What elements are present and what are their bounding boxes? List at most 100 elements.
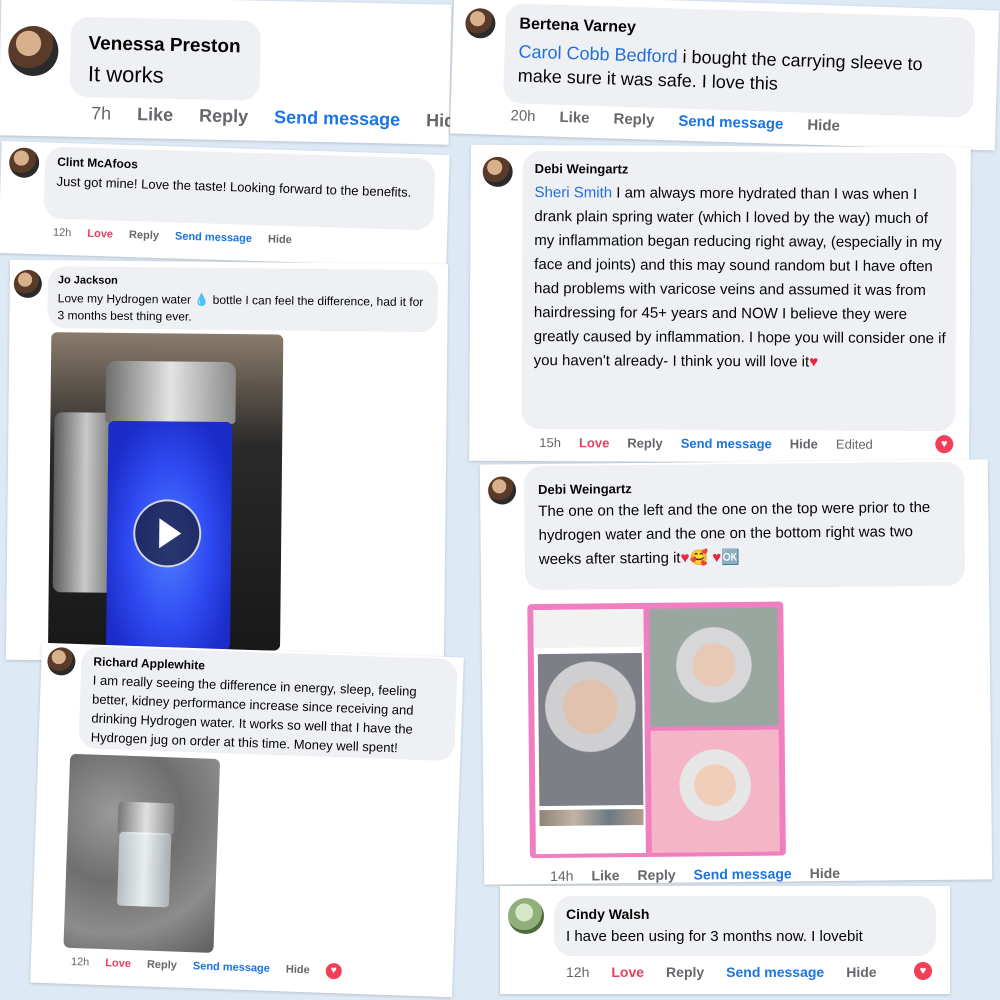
- send-message-button[interactable]: Send message: [678, 113, 784, 133]
- comment-bubble: Jo Jackson Love my Hydrogen water 💧 bott…: [47, 266, 439, 333]
- hide-button[interactable]: Hide: [810, 865, 841, 881]
- edited-label: Edited: [835, 436, 873, 452]
- send-message-button[interactable]: Send message: [694, 865, 792, 882]
- reply-button[interactable]: Reply: [637, 867, 675, 883]
- comment-card-richard: Richard Applewhite I am really seeing th…: [30, 642, 464, 998]
- heart-reaction-icon[interactable]: ♥: [325, 962, 342, 980]
- comment-time[interactable]: 14h: [550, 868, 574, 884]
- comment-text: I have been using for 3 months now. I lo…: [566, 928, 863, 945]
- reply-button[interactable]: Reply: [129, 229, 159, 242]
- comment-author[interactable]: Cindy Walsh: [566, 906, 650, 922]
- hide-button[interactable]: Hide: [286, 963, 310, 976]
- send-message-button[interactable]: Send message: [681, 436, 772, 451]
- avatar[interactable]: [7, 25, 59, 77]
- comment-text: Sheri Smith I am always more hydrated th…: [533, 184, 946, 371]
- comment-bubble: Richard Applewhite I am really seeing th…: [78, 646, 458, 762]
- video-thumbnail[interactable]: [48, 332, 284, 651]
- comment-card-debi-2: Debi Weingartz The one on the left and t…: [479, 459, 993, 885]
- comment-author[interactable]: Clint McAfoos: [57, 155, 138, 172]
- avatar[interactable]: [46, 646, 76, 676]
- comment-bubble: Debi Weingartz The one on the left and t…: [523, 461, 966, 591]
- avatar[interactable]: [13, 269, 42, 299]
- emoji-group: ♥🥰 ♥🆗: [680, 548, 740, 567]
- hide-button[interactable]: Hide: [268, 233, 292, 246]
- send-message-button[interactable]: Send message: [175, 230, 252, 244]
- comment-bubble: Debi Weingartz Sheri Smith I am always m…: [521, 150, 957, 432]
- hide-button[interactable]: Hide: [807, 117, 840, 135]
- mention-link[interactable]: Sheri Smith: [535, 184, 613, 201]
- bottle-body: [116, 831, 172, 908]
- comment-actions: 15h Love Reply Send message Hide Edited: [539, 435, 873, 452]
- reply-button[interactable]: Reply: [613, 111, 654, 129]
- heart-reaction-icon[interactable]: ♥: [914, 962, 932, 980]
- comment-card-venessa: Venessa Preston It works 7h Like Reply S…: [0, 0, 465, 145]
- comment-time[interactable]: 20h: [510, 107, 536, 125]
- comment-text: Just got mine! Love the taste! Looking f…: [56, 173, 412, 200]
- like-button[interactable]: Like: [559, 109, 590, 127]
- comment-card-bertena: Bertena Varney Carol Cobb Bedford i boug…: [449, 0, 1000, 151]
- comment-bubble: Clint McAfoos Just got mine! Love the ta…: [43, 146, 436, 231]
- comment-time[interactable]: 7h: [91, 103, 111, 124]
- love-button[interactable]: Love: [87, 228, 113, 241]
- phone-screenshot: [533, 608, 646, 855]
- mention-link[interactable]: Carol Cobb Bedford: [518, 42, 678, 67]
- comment-time[interactable]: 12h: [71, 956, 90, 969]
- reply-button[interactable]: Reply: [627, 436, 662, 451]
- comment-card-debi-1: Debi Weingartz Sheri Smith I am always m…: [469, 144, 971, 464]
- comment-author[interactable]: Debi Weingartz: [535, 161, 629, 176]
- reply-button[interactable]: Reply: [147, 959, 177, 972]
- like-button[interactable]: Like: [137, 104, 173, 126]
- face-photo-bottom: [650, 729, 780, 853]
- avatar[interactable]: [482, 156, 513, 187]
- comment-time[interactable]: 12h: [53, 227, 72, 240]
- comment-text: The one on the left and the one on the t…: [538, 498, 931, 569]
- comment-author[interactable]: Richard Applewhite: [93, 655, 205, 673]
- comment-bubble: Bertena Varney Carol Cobb Bedford i boug…: [502, 3, 976, 118]
- face-photo-left: [537, 652, 644, 807]
- avatar[interactable]: [8, 147, 40, 179]
- avatar[interactable]: [464, 7, 496, 39]
- love-button[interactable]: Love: [105, 957, 131, 970]
- droplet-icon: 💧: [194, 292, 210, 307]
- send-message-button[interactable]: Send message: [193, 960, 270, 975]
- send-message-button[interactable]: Send message: [274, 107, 400, 131]
- comment-text: Love my Hydrogen water 💧 bottle I can fe…: [57, 291, 424, 324]
- comment-author[interactable]: Venessa Preston: [88, 33, 241, 58]
- comment-bubble: Cindy Walsh I have been using for 3 mont…: [554, 896, 936, 956]
- comment-bubble: Venessa Preston It works: [69, 16, 262, 101]
- like-button[interactable]: Like: [591, 867, 619, 883]
- comment-time[interactable]: 15h: [539, 435, 561, 450]
- thumbnail-strip: [539, 808, 644, 827]
- comment-text: It works: [87, 61, 164, 88]
- comment-text: Carol Cobb Bedford i bought the carrying…: [517, 41, 923, 94]
- heart-reaction-icon[interactable]: ♥: [935, 435, 954, 454]
- play-button[interactable]: [132, 499, 202, 568]
- comment-actions: 14h Like Reply Send message Hide: [550, 865, 840, 884]
- comment-time[interactable]: 12h: [566, 964, 589, 980]
- comment-card-jo: Jo Jackson Love my Hydrogen water 💧 bott…: [5, 259, 449, 665]
- hide-button[interactable]: Hide: [790, 436, 818, 451]
- love-button[interactable]: Love: [611, 964, 644, 980]
- reply-button[interactable]: Reply: [666, 964, 704, 980]
- bottle-cap: [117, 801, 175, 836]
- comment-author[interactable]: Debi Weingartz: [538, 481, 632, 497]
- love-button[interactable]: Love: [579, 435, 609, 450]
- comment-actions: 7h Like Reply Send message Hide: [91, 103, 466, 132]
- phone-status-bar: [533, 608, 644, 649]
- comment-card-cindy: Cindy Walsh I have been using for 3 mont…: [500, 886, 950, 994]
- comment-author[interactable]: Bertena Varney: [519, 16, 636, 38]
- bottle-cap: [105, 360, 237, 425]
- bottle-photo[interactable]: [63, 753, 221, 953]
- reply-button[interactable]: Reply: [199, 105, 248, 127]
- play-icon: [159, 518, 182, 549]
- send-message-button[interactable]: Send message: [726, 964, 824, 980]
- face-photo-top: [649, 607, 779, 727]
- photo-collage[interactable]: [527, 601, 786, 859]
- avatar[interactable]: [508, 898, 544, 934]
- hide-button[interactable]: Hide: [846, 964, 876, 980]
- heart-emoji-icon: ♥: [809, 353, 819, 371]
- avatar[interactable]: [487, 476, 517, 505]
- comment-card-clint: Clint McAfoos Just got mine! Love the ta…: [0, 140, 450, 268]
- comment-author[interactable]: Jo Jackson: [58, 274, 118, 287]
- comment-actions: 12h Love Reply Send message Hide: [53, 227, 292, 246]
